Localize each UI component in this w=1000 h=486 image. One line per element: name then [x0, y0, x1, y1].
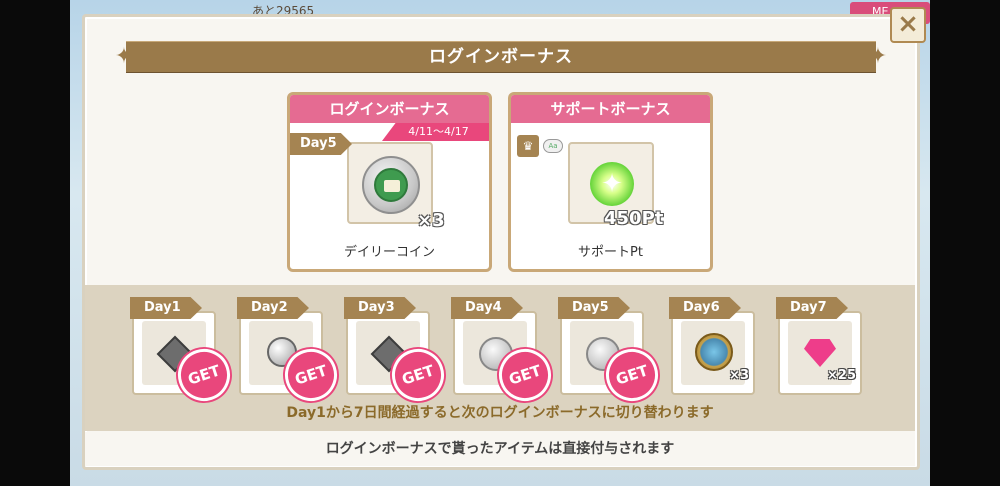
day-reward-1[interactable]: Day1 GET: [130, 297, 237, 408]
support-item-quantity: 450Pt: [604, 208, 664, 229]
day-label: Day6: [669, 297, 741, 319]
support-item-name: サポートPt: [578, 245, 643, 260]
support-pt-icon: ✦: [590, 162, 634, 206]
day-reward-3[interactable]: Day3 GET: [344, 297, 451, 408]
magic-mirror-icon: [695, 333, 733, 371]
day-reward-4[interactable]: ×50Day4GET: [451, 297, 558, 408]
login-bonus-card: ログインボーナス 4/11〜4/17 Day5 ×3 デイリーコイン: [287, 92, 492, 272]
daily-coin-icon: [362, 156, 420, 214]
current-day-tag: Day5: [290, 133, 352, 155]
ticket-icon: [384, 180, 400, 192]
day-label: Day4: [451, 297, 523, 319]
login-item-quantity: ×3: [417, 210, 445, 231]
right-letterbox: [930, 0, 1000, 486]
close-button[interactable]: ×: [890, 7, 926, 43]
reward-box: ×25: [778, 311, 862, 395]
support-team-icon: ♛: [517, 135, 539, 157]
reward-box: ×3: [671, 311, 755, 395]
dialog-title-bar: ✦ ✦ ログインボーナス: [112, 39, 890, 75]
rotation-notice: Day1から7日間経過すると次のログインボーナスに切り替わります: [286, 405, 714, 421]
day-reward-2[interactable]: Day2 GET: [237, 297, 344, 408]
login-bonus-card-header: ログインボーナス: [290, 95, 489, 123]
day-reward-5[interactable]: Day5 GET: [558, 297, 665, 408]
day-reward-6[interactable]: ×3 Day6: [669, 297, 757, 395]
reward-quantity: ×3: [729, 368, 749, 383]
coin-emblem: [374, 168, 408, 202]
day-label: Day2: [237, 297, 309, 319]
sparkle-icon: ✦: [601, 169, 623, 199]
day-reward-7[interactable]: ×25 Day7: [776, 297, 864, 395]
login-bonus-period: 4/11〜4/17: [382, 123, 489, 141]
left-letterbox: [0, 0, 70, 486]
reward-quantity: ×25: [827, 368, 856, 383]
support-bonus-card-header: サポートボーナス: [511, 95, 710, 123]
day-label: Day5: [558, 297, 630, 319]
pink-jewel-icon: [804, 339, 836, 367]
dialog-title: ログインボーナス: [429, 47, 573, 67]
support-rank-badge: Aa: [543, 139, 563, 153]
footer-message: ログインボーナスで貰ったアイテムは直接付与されます: [85, 432, 915, 466]
support-badges: ♛ Aa: [517, 135, 567, 159]
day-label: Day7: [776, 297, 848, 319]
day-label: Day3: [344, 297, 416, 319]
login-item-name: デイリーコイン: [343, 245, 435, 260]
support-bonus-card: サポートボーナス ♛ Aa ✦ 450Pt サポートPt: [508, 92, 713, 272]
day-label: Day1: [130, 297, 202, 319]
